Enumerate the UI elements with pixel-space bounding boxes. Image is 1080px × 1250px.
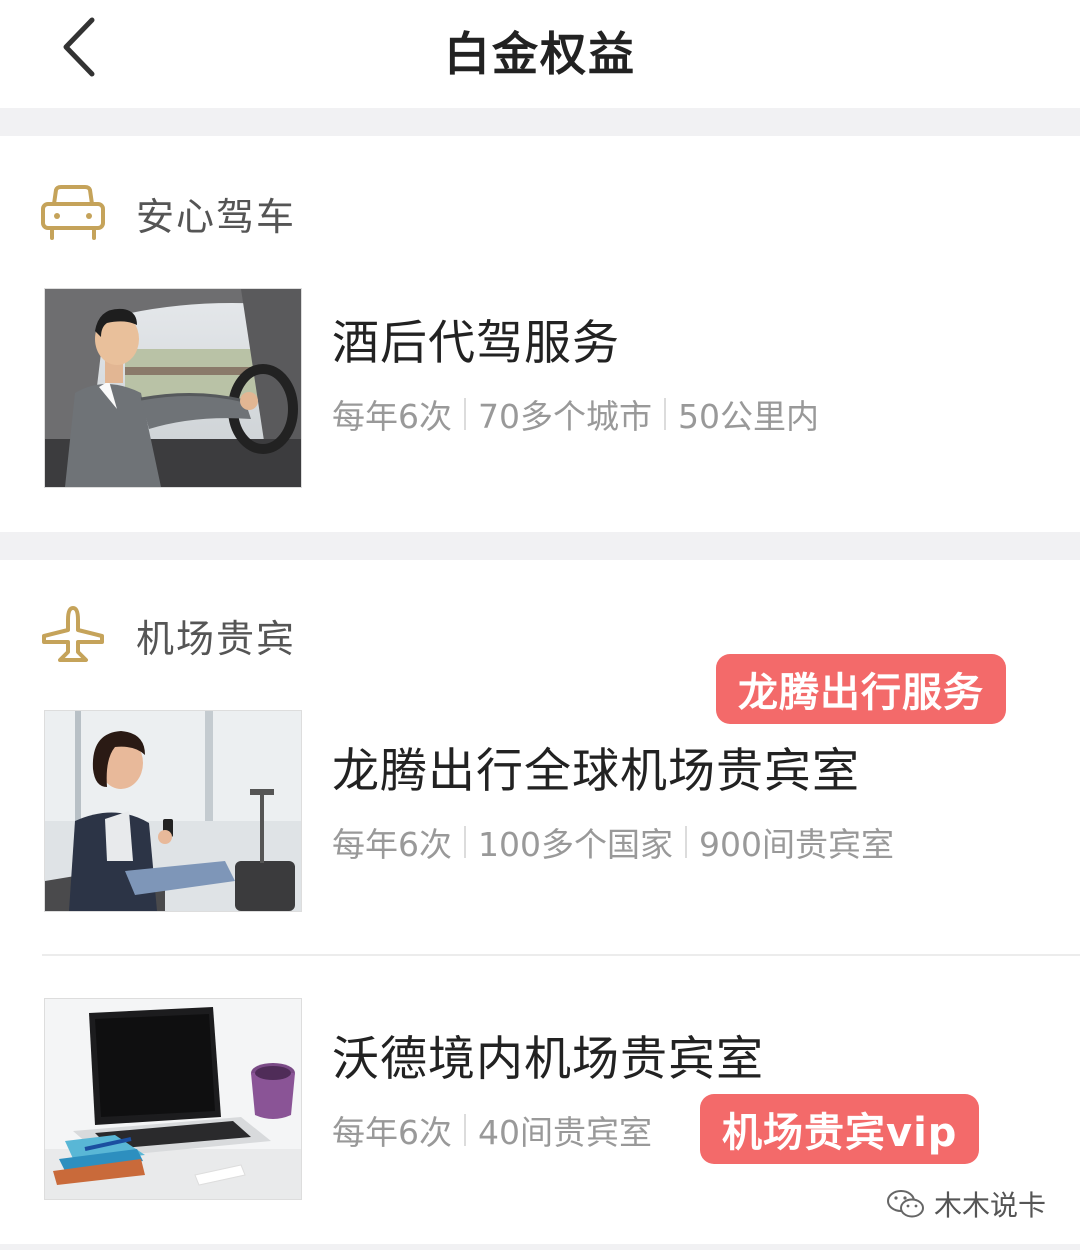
- laptop-thumbnail: [44, 998, 302, 1200]
- item-meta: 每年6次 100多个国家 900间贵宾室: [332, 818, 894, 866]
- driver-thumbnail: [44, 288, 302, 488]
- item-title: 沃德境内机场贵宾室: [332, 1032, 764, 1087]
- section-header: 机场贵宾: [40, 600, 296, 670]
- watermark: 木木说卡: [886, 1184, 1046, 1224]
- meta-divider: [664, 398, 666, 430]
- meta-divider: [464, 1114, 466, 1146]
- wechat-icon: [886, 1190, 924, 1218]
- meta-frequency: 每年6次: [332, 825, 452, 864]
- list-item-designated-driver[interactable]: 酒后代驾服务 每年6次 70多个城市 50公里内: [0, 288, 1080, 488]
- meta-coverage: 70多个城市: [478, 397, 652, 436]
- watermark-text: 木木说卡: [933, 1189, 1046, 1222]
- meta-divider: [464, 826, 466, 858]
- meta-frequency: 每年6次: [332, 397, 452, 436]
- meta-divider: [464, 398, 466, 430]
- top-bar: 白金权益: [0, 0, 1080, 108]
- section-header: 安心驾车: [40, 178, 296, 248]
- meta-lounges: 40间贵宾室: [478, 1113, 652, 1152]
- list-item-dragonpass-lounge[interactable]: 龙腾出行全球机场贵宾室 每年6次 100多个国家 900间贵宾室: [0, 710, 1080, 912]
- meta-divider: [685, 826, 687, 858]
- item-meta: 每年6次 70多个城市 50公里内: [332, 390, 819, 438]
- item-divider: [42, 954, 1080, 956]
- section-title: 安心驾车: [136, 194, 297, 239]
- tag-dragonpass-service: 龙腾出行服务: [716, 654, 1006, 724]
- page-title: 白金权益: [444, 27, 636, 81]
- section-airport-vip: 机场贵宾 龙腾出行全球机场贵宾室 每年6次 100多个国家 900间贵宾室 龙腾…: [0, 560, 1080, 1244]
- car-icon: [41, 185, 105, 240]
- lounge-thumbnail: [44, 710, 302, 912]
- meta-lounges: 900间贵宾室: [699, 825, 894, 864]
- meta-countries: 100多个国家: [478, 825, 673, 864]
- meta-frequency: 每年6次: [332, 1113, 452, 1152]
- tag-airport-vip: 机场贵宾vip: [700, 1094, 980, 1164]
- section-safe-driving: 安心驾车 酒后代驾服务 每年6次 70多个城市 50公里内: [0, 136, 1080, 532]
- item-meta: 每年6次 40间贵宾室: [332, 1106, 652, 1154]
- airplane-icon: [42, 606, 104, 662]
- item-title: 龙腾出行全球机场贵宾室: [332, 744, 860, 799]
- item-title: 酒后代驾服务: [332, 316, 620, 371]
- section-title: 机场贵宾: [136, 616, 297, 661]
- meta-distance: 50公里内: [678, 397, 819, 436]
